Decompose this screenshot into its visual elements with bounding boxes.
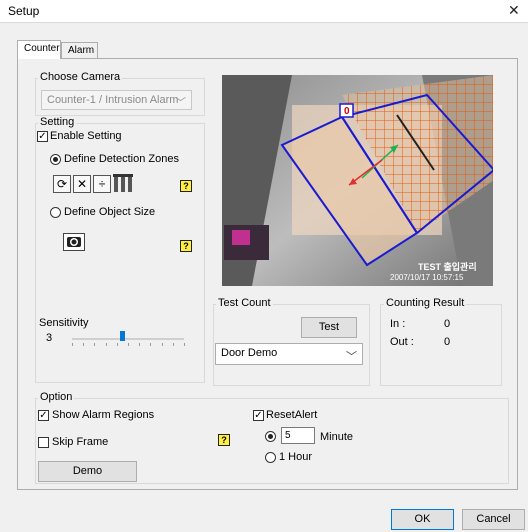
sensitivity-label: Sensitivity	[39, 317, 89, 329]
reset-alert-label: ResetAlert	[266, 409, 318, 421]
chevron-down-icon: ﹀	[175, 97, 186, 109]
reset-alert-checkbox[interactable]: ✓	[253, 410, 264, 421]
slider-track	[72, 338, 184, 340]
demo-button[interactable]: Demo	[38, 461, 137, 482]
slider-tick	[139, 343, 141, 346]
camera-select: Counter-1 / Intrusion Alarm ﹀	[41, 90, 192, 110]
slider-tick	[105, 343, 107, 346]
close-icon[interactable]: ✕	[508, 2, 520, 19]
slider-tick	[184, 343, 185, 346]
slider-tick	[150, 343, 152, 346]
in-value: 0	[444, 318, 451, 330]
zone-id-label: 0	[344, 106, 350, 117]
test-count-select-value: Door Demo	[221, 347, 278, 359]
minute-radio[interactable]	[265, 431, 276, 442]
sensitivity-slider[interactable]	[72, 331, 185, 346]
slider-tick	[116, 343, 118, 346]
show-alarm-regions-label: Show Alarm Regions	[52, 409, 155, 421]
test-count-legend: Test Count	[216, 297, 273, 309]
ok-button[interactable]: OK	[391, 509, 454, 530]
window-title: Setup	[8, 4, 40, 18]
help-icon[interactable]: ?	[180, 240, 192, 252]
sensitivity-value: 3	[46, 332, 53, 344]
slider-thumb[interactable]	[120, 331, 126, 341]
counting-result-legend: Counting Result	[384, 297, 467, 309]
camera-select-value: Counter-1 / Intrusion Alarm	[47, 94, 179, 106]
zone-settings-icon[interactable]	[113, 173, 135, 193]
slider-tick	[94, 343, 96, 346]
tab-counter-label: Counter	[24, 43, 60, 54]
enable-setting-checkbox[interactable]: ✓	[37, 131, 48, 142]
help-icon[interactable]: ?	[218, 434, 230, 446]
slider-tick	[128, 343, 129, 346]
define-zones-radio[interactable]	[50, 154, 61, 165]
define-object-radio[interactable]	[50, 207, 61, 218]
help-icon[interactable]: ?	[180, 180, 192, 192]
enable-setting-label: Enable Setting	[50, 130, 122, 142]
slider-tick	[172, 343, 174, 346]
out-label: Out :	[390, 336, 414, 348]
define-zones-label: Define Detection Zones	[64, 153, 179, 165]
resize-icon[interactable]: ÷	[93, 175, 111, 193]
define-object-label: Define Object Size	[64, 206, 156, 218]
video-osd-label: TEST 출입관리	[418, 262, 477, 272]
title-bar: Setup ✕	[0, 0, 528, 23]
slider-tick	[161, 343, 163, 346]
video-timestamp: 2007/10/17 10:57:15	[390, 273, 464, 282]
in-label: In :	[390, 318, 406, 330]
test-button[interactable]: Test	[301, 317, 357, 338]
chevron-down-icon[interactable]: ﹀	[346, 348, 357, 364]
choose-camera-legend: Choose Camera	[38, 71, 123, 83]
option-legend: Option	[38, 391, 75, 403]
tab-counter[interactable]: Counter	[17, 40, 61, 59]
skip-frame-label: Skip Frame	[52, 436, 109, 448]
tab-alarm-label: Alarm	[68, 45, 95, 56]
minute-label: Minute	[320, 431, 354, 443]
slider-tick	[72, 343, 73, 346]
test-count-select[interactable]: Door Demo ﹀	[215, 343, 363, 365]
skip-frame-checkbox[interactable]	[38, 437, 49, 448]
tab-alarm[interactable]: Alarm	[61, 42, 98, 59]
out-value: 0	[444, 336, 451, 348]
show-alarm-regions-checkbox[interactable]: ✓	[38, 410, 49, 421]
one-hour-label: 1 Hour	[279, 451, 313, 463]
setting-legend: Setting	[38, 116, 77, 128]
slider-tick	[83, 343, 85, 346]
refresh-icon[interactable]: ⟳	[53, 175, 71, 193]
minute-input[interactable]	[281, 427, 315, 444]
cancel-button[interactable]: Cancel	[462, 509, 525, 530]
delete-zone-icon[interactable]: ✕	[73, 175, 91, 193]
camera-video-preview[interactable]: 0 TEST 출입관리 2007/10/17 10:57:15	[222, 75, 493, 286]
object-size-icon[interactable]	[63, 233, 85, 251]
one-hour-radio[interactable]	[265, 452, 276, 463]
